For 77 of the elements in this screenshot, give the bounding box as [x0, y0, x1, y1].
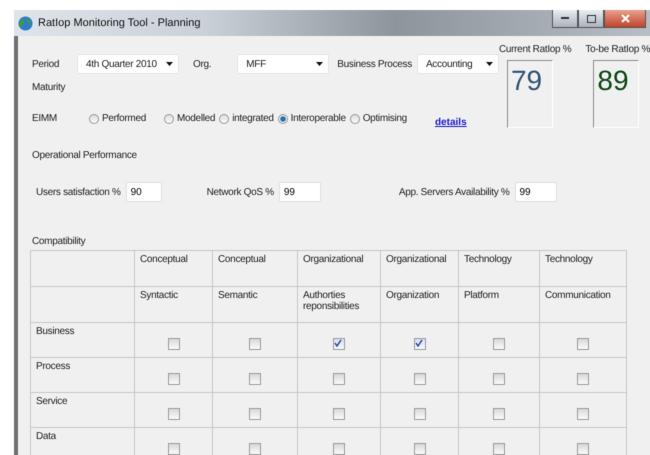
- column-header: Technology: [540, 250, 626, 286]
- radio-option[interactable]: Interoperable: [278, 113, 346, 124]
- dropdown-arrow-icon[interactable]: [486, 62, 493, 66]
- section-label: Maturity: [32, 82, 66, 93]
- checkbox[interactable]: [249, 408, 261, 420]
- maximize-icon: [586, 14, 596, 22]
- checkbox[interactable]: [168, 338, 180, 350]
- minimize-icon: [561, 17, 569, 20]
- dropdown[interactable]: MFF: [237, 54, 330, 74]
- radio-option[interactable]: Modelled: [164, 113, 216, 124]
- column-header: Organizational: [380, 250, 458, 286]
- filter-label: Business Process: [337, 58, 412, 70]
- column-header: Authorties reponsibilities: [298, 286, 380, 322]
- radio-option[interactable]: integrated: [219, 113, 274, 124]
- checkbox[interactable]: [333, 442, 345, 454]
- input-field[interactable]: 90: [126, 182, 162, 202]
- column-header: Conceptual: [212, 250, 298, 286]
- field-label: App. Servers Availability %: [398, 186, 510, 198]
- section-label: Operational Performance: [32, 150, 137, 161]
- column-header: Organization: [380, 286, 458, 322]
- window-title: RatIop Monitoring Tool - Planning: [38, 17, 202, 29]
- checkbox[interactable]: [577, 442, 589, 454]
- field-label: Network QoS %: [206, 186, 274, 198]
- field-label: Users satisfaction %: [36, 186, 121, 198]
- checkbox[interactable]: [249, 442, 261, 454]
- row-header: Business: [30, 322, 134, 358]
- section-label: Compatibility: [32, 236, 86, 247]
- dropdown[interactable]: Accounting: [416, 54, 499, 74]
- row-header: Data: [30, 428, 134, 455]
- column-header: Platform: [458, 286, 540, 322]
- column-header: Semantic: [212, 286, 298, 322]
- checkbox[interactable]: [168, 408, 180, 420]
- row-header: Process: [30, 358, 134, 392]
- row-header: Service: [30, 392, 134, 428]
- close-icon: [620, 14, 630, 23]
- checkbox[interactable]: [493, 442, 505, 454]
- filter-label: Period: [32, 58, 60, 70]
- filter-label: Org.: [193, 58, 212, 70]
- checkbox[interactable]: [577, 372, 589, 384]
- dropdown[interactable]: 4th Quarter 2010: [77, 54, 179, 74]
- checkbox[interactable]: [493, 408, 505, 420]
- close-button[interactable]: [604, 10, 646, 28]
- checkbox[interactable]: [333, 338, 345, 350]
- column-header: Organizational: [298, 250, 380, 286]
- radio-option[interactable]: Optimising: [350, 113, 407, 124]
- checkbox[interactable]: [168, 442, 180, 454]
- checkbox[interactable]: [493, 372, 505, 384]
- minimize-button[interactable]: [552, 10, 578, 28]
- ratio-label: To-be RatIop %: [585, 44, 650, 55]
- ratio-label: Current RatIop %: [498, 44, 572, 55]
- checkbox[interactable]: [414, 442, 426, 454]
- details-link[interactable]: details: [434, 117, 467, 128]
- ratio-display: 79: [506, 60, 553, 128]
- checkbox[interactable]: [249, 372, 261, 384]
- radio-option[interactable]: Performed: [89, 113, 146, 124]
- input-field[interactable]: 99: [514, 182, 556, 202]
- checkbox[interactable]: [414, 408, 426, 420]
- checkbox[interactable]: [493, 338, 505, 350]
- ratio-display: 89: [593, 60, 640, 128]
- checkbox[interactable]: [168, 372, 180, 384]
- column-header: Conceptual: [134, 250, 212, 286]
- eimm-label: EIMM: [32, 113, 58, 124]
- checkbox[interactable]: [249, 338, 261, 350]
- column-header: Technology: [458, 250, 540, 286]
- dropdown-arrow-icon[interactable]: [316, 62, 324, 66]
- column-header: Communication: [540, 286, 626, 322]
- checkbox[interactable]: [577, 408, 589, 420]
- checkbox[interactable]: [414, 338, 426, 350]
- checkbox[interactable]: [333, 408, 345, 420]
- checkbox[interactable]: [333, 372, 345, 384]
- column-header: Syntactic: [134, 286, 212, 322]
- dropdown-arrow-icon[interactable]: [166, 62, 173, 66]
- checkbox[interactable]: [577, 338, 589, 350]
- input-field[interactable]: 99: [278, 182, 321, 202]
- maximize-button[interactable]: [578, 10, 604, 28]
- checkbox[interactable]: [414, 372, 426, 384]
- globe-icon: [18, 16, 33, 30]
